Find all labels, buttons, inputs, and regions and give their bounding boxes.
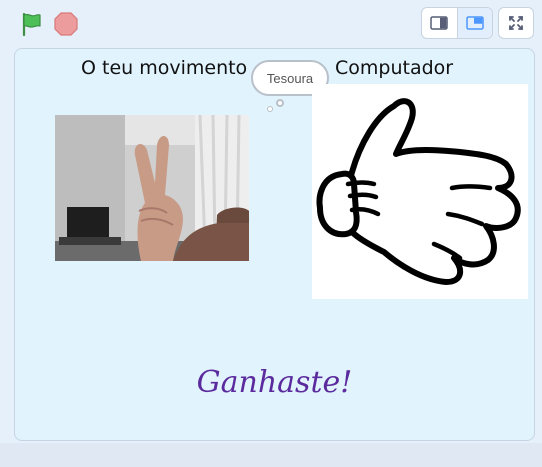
stop-icon[interactable] <box>53 11 79 37</box>
green-flag-icon[interactable] <box>18 11 44 37</box>
speech-bubble-tail <box>276 99 284 107</box>
stage-canvas[interactable]: O teu movimento Computador Tesoura Ganha… <box>14 48 535 441</box>
small-stage-button[interactable] <box>422 8 458 38</box>
player-move-label: O teu movimento <box>81 57 248 79</box>
result-text: Ganhaste! <box>196 365 353 400</box>
fullscreen-button[interactable] <box>498 7 534 39</box>
webcam-video <box>55 115 249 261</box>
glove-hand-icon <box>316 98 521 285</box>
stage-header <box>0 0 542 46</box>
stage-size-toggle <box>421 7 493 39</box>
computer-label: Computador <box>335 57 454 79</box>
small-stage-icon <box>430 16 448 30</box>
fullscreen-icon <box>509 16 523 30</box>
normal-stage-icon <box>466 16 484 30</box>
normal-stage-button[interactable] <box>457 8 492 38</box>
computer-move-image <box>312 84 528 299</box>
speech-bubble-tail-small <box>267 106 273 112</box>
stage-footer <box>0 443 542 467</box>
